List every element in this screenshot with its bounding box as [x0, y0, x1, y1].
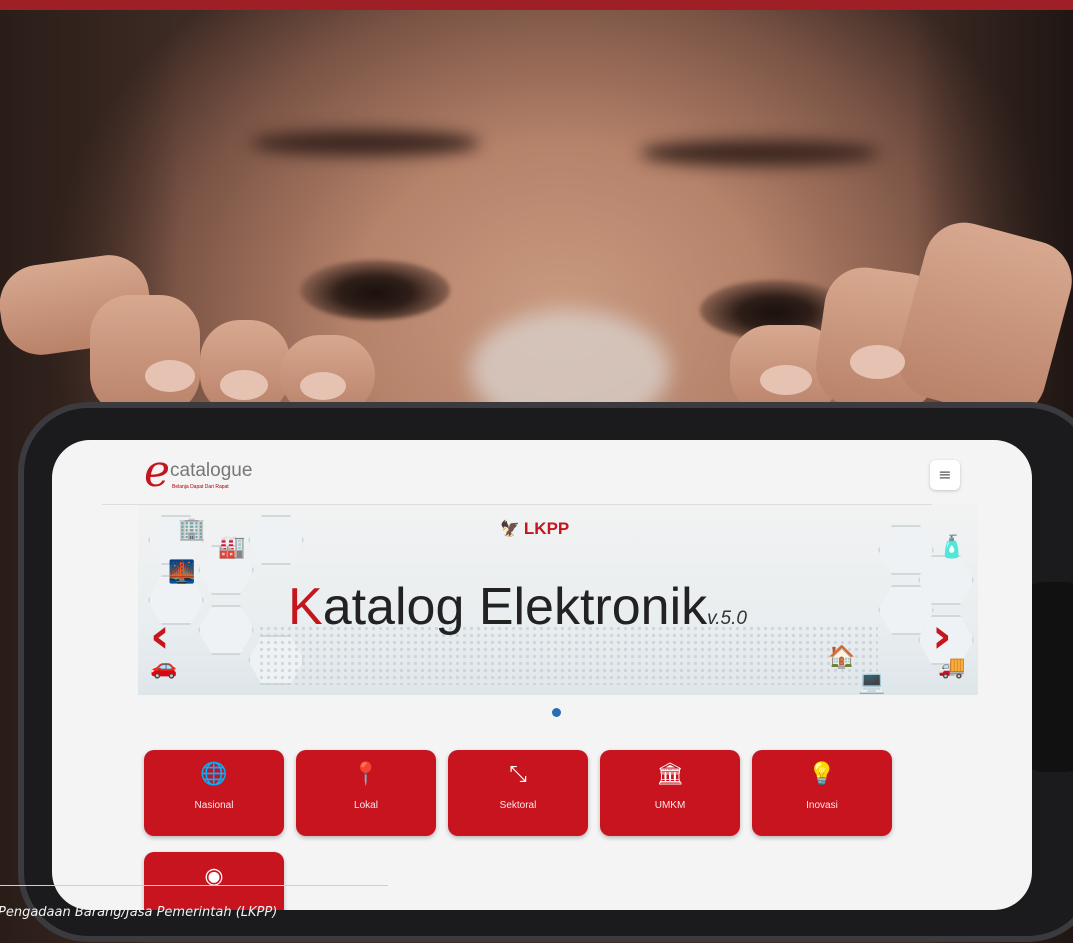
banner-title: Katalog Elektronikv.5.0 [288, 578, 747, 636]
logo-e-glyph: e [144, 446, 171, 497]
category-button-nasional[interactable]: 🌐 Nasional [144, 750, 284, 836]
resize-icon: ⤡ [509, 762, 527, 787]
category-button-lokal[interactable]: 📍 Lokal [296, 750, 436, 836]
hamburger-icon[interactable]: ≡ [930, 460, 960, 490]
phone-screen: e catalogue Belanja Dapat Dari Rapat ≡ 🏢… [52, 440, 1032, 910]
finger [90, 295, 200, 415]
lkpp-logo: 🦅 LKPP [500, 519, 570, 538]
factory-icon: 🏭 [218, 535, 246, 560]
lightbulb-icon: 💡 [808, 762, 836, 787]
building-icon: 🏢 [178, 517, 206, 542]
category-button-umkm[interactable]: 🏛 UMKM [600, 750, 740, 836]
bank-icon: 🏛 [656, 762, 684, 787]
laptop-icon: 💻 [858, 670, 886, 695]
map-pin-icon: 📍 [352, 762, 380, 787]
category-label: Sektoral [499, 800, 537, 811]
finger [200, 320, 290, 415]
fingernail [850, 345, 905, 379]
hexagon-pattern [248, 515, 304, 565]
eyebrow-left [250, 130, 480, 156]
bridge-icon: 🌉 [168, 560, 196, 585]
chevron-left-icon[interactable]: ‹ [150, 608, 170, 664]
bottle-icon: 🧴 [938, 535, 966, 560]
logo-text: catalogue [170, 460, 253, 481]
caption-divider [0, 885, 388, 886]
eyebrow-right [640, 140, 880, 166]
top-accent-bar [0, 0, 1073, 10]
fingernail [300, 372, 346, 400]
fingernail [760, 365, 812, 395]
chevron-right-icon[interactable]: › [932, 608, 952, 664]
photo-caption: Pengadaan Barang/Jasa Pemerintah (LKPP) [0, 905, 278, 920]
category-label: Lokal [354, 800, 378, 811]
category-label: Nasional [194, 800, 234, 811]
category-button-sixth[interactable]: ◉ [144, 852, 284, 910]
category-button-inovasi[interactable]: 💡 Inovasi [752, 750, 892, 836]
globe-icon: 🌐 [200, 762, 228, 787]
eye-left [300, 260, 450, 320]
house-icon: 🏠 [828, 645, 856, 670]
category-label: UMKM [654, 800, 686, 811]
category-label: Inovasi [806, 800, 838, 811]
fingernail [145, 360, 195, 392]
hexagon-pattern [198, 605, 254, 655]
badge-icon: ◉ [204, 864, 224, 889]
carousel-indicator-dot[interactable] [552, 708, 561, 717]
garuda-icon: 🦅 [500, 521, 520, 538]
category-button-sektoral[interactable]: ⤡ Sektoral [448, 750, 588, 836]
fingernail [220, 370, 268, 400]
logo-subtitle: Belanja Dapat Dari Rapat [172, 484, 229, 490]
hero-banner-carousel: 🏢 🏭 🌉 🚗 🏠 💻 🧴 🚚 🦅 LKPP Katalog Elektronik… [138, 505, 978, 695]
